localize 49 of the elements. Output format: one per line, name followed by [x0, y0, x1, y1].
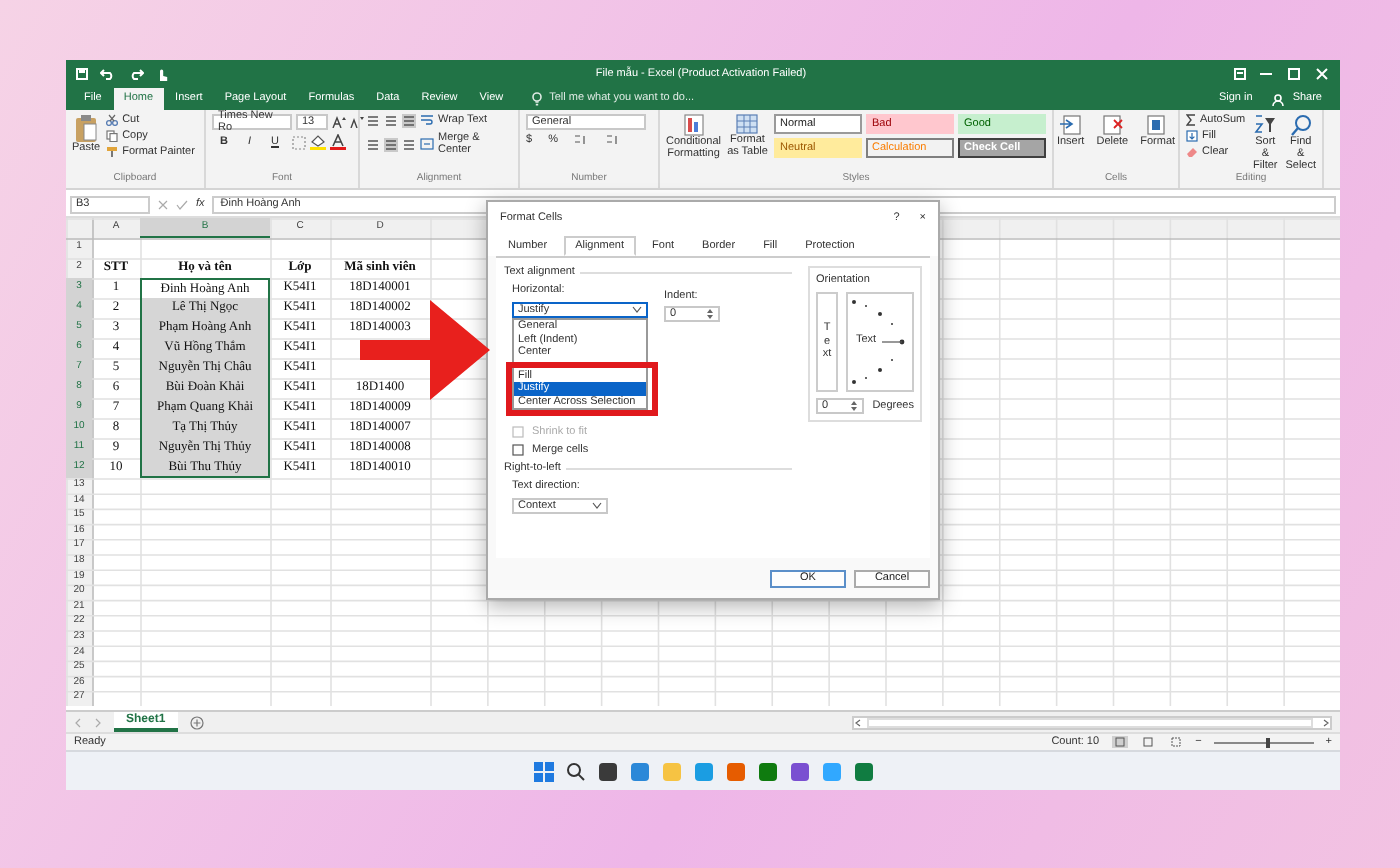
paintbrush-icon: [106, 146, 119, 159]
touch-mode-icon[interactable]: [156, 67, 168, 81]
normal-view-icon[interactable]: [1111, 736, 1128, 748]
minimize-icon[interactable]: [1258, 68, 1274, 80]
font-color-icon[interactable]: [329, 134, 345, 150]
page-layout-icon[interactable]: [1139, 736, 1156, 748]
checkbox[interactable]: [512, 444, 524, 457]
ribbon-display-icon[interactable]: [1234, 68, 1246, 80]
redo-icon[interactable]: [128, 68, 144, 80]
decrease-decimal-icon[interactable]: [605, 134, 622, 147]
top-align-icon[interactable]: [366, 114, 380, 128]
undo-icon[interactable]: [100, 68, 116, 80]
chevron-down-icon: [592, 502, 602, 511]
enter-icon: [176, 200, 188, 210]
person-icon: [1272, 93, 1285, 105]
page-break-icon[interactable]: [1167, 736, 1184, 748]
left-align-icon[interactable]: [366, 137, 380, 152]
eraser-icon: [1186, 146, 1198, 159]
bottom-align-icon[interactable]: [402, 114, 416, 128]
merge-icon: [420, 138, 434, 151]
horizontal-scrollbar[interactable]: [852, 715, 1332, 729]
spin-arrows-icon: [706, 308, 714, 321]
maximize-icon[interactable]: [1286, 68, 1302, 80]
grow-font-icon[interactable]: [332, 116, 346, 128]
close-icon[interactable]: [1314, 68, 1330, 80]
wrap-icon: [420, 114, 434, 127]
right-align-icon[interactable]: [402, 137, 416, 152]
copy-icon: [106, 130, 119, 143]
search-icon: [1289, 114, 1312, 136]
center-align-icon[interactable]: [384, 137, 398, 152]
search-icon[interactable]: [565, 761, 585, 781]
add-sheet-icon[interactable]: [189, 715, 204, 729]
spin-arrows-icon: [850, 400, 859, 413]
slider-thumb[interactable]: [1266, 737, 1271, 747]
chevron-down-icon: [632, 306, 642, 315]
increase-decimal-icon[interactable]: [573, 134, 590, 147]
windows-logo-icon[interactable]: [533, 761, 553, 781]
sigma-icon: [1186, 114, 1196, 127]
lightbulb-icon: [531, 92, 542, 106]
zoom-slider[interactable]: [1213, 737, 1314, 747]
fill-down-icon: [1186, 130, 1198, 143]
sort-filter-icon: [1254, 114, 1277, 136]
table-icon: [736, 114, 759, 134]
cancel-icon: [158, 200, 168, 210]
shrink-font-icon[interactable]: [350, 116, 364, 128]
middle-align-icon[interactable]: [384, 114, 398, 128]
save-icon[interactable]: [76, 68, 88, 80]
fill-color-icon[interactable]: [309, 134, 325, 150]
scissors-icon: [106, 114, 119, 127]
